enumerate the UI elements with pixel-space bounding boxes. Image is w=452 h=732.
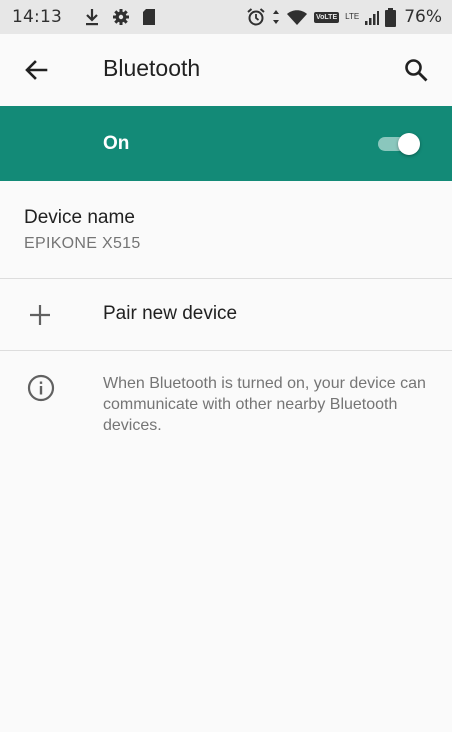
toggle-thumb [398, 133, 420, 155]
device-name-title: Device name [24, 207, 135, 228]
info-text: When Bluetooth is turned on, your device… [103, 375, 426, 434]
data-arrows-icon [272, 9, 280, 25]
status-bar: 14:13 VoLTE LTE 76% [0, 0, 452, 34]
device-name-value: EPIKONE X515 [24, 235, 141, 252]
search-icon[interactable] [402, 56, 430, 84]
info-icon [26, 373, 56, 403]
settings-icon [112, 8, 130, 26]
battery-icon [385, 7, 397, 27]
network-type-label: LTE [345, 12, 360, 21]
plus-icon [27, 302, 53, 328]
wifi-icon [286, 9, 308, 26]
volte-badge: VoLTE [313, 11, 340, 23]
sd-card-icon [142, 8, 156, 26]
device-name-row[interactable]: Device name EPIKONE X515 [0, 181, 452, 278]
app-bar: Bluetooth [0, 34, 452, 106]
battery-percent: 76% [404, 7, 442, 27]
signal-icon [365, 10, 380, 25]
pair-new-device-label: Pair new device [103, 303, 238, 324]
master-switch-label: On [103, 133, 130, 154]
page-title: Bluetooth [103, 55, 201, 81]
status-time: 14:13 [12, 7, 62, 27]
download-icon [84, 8, 100, 26]
alarm-icon [246, 7, 266, 27]
status-bar-right: VoLTE LTE 76% [246, 7, 442, 27]
status-bar-left: 14:13 [12, 7, 156, 27]
arrow-back-icon[interactable] [22, 56, 50, 84]
bluetooth-info-footer: When Bluetooth is turned on, your device… [0, 351, 452, 461]
pair-new-device-row[interactable]: Pair new device [0, 279, 452, 350]
bluetooth-toggle[interactable] [376, 132, 426, 156]
bluetooth-master-switch-bar[interactable]: On [0, 106, 452, 181]
